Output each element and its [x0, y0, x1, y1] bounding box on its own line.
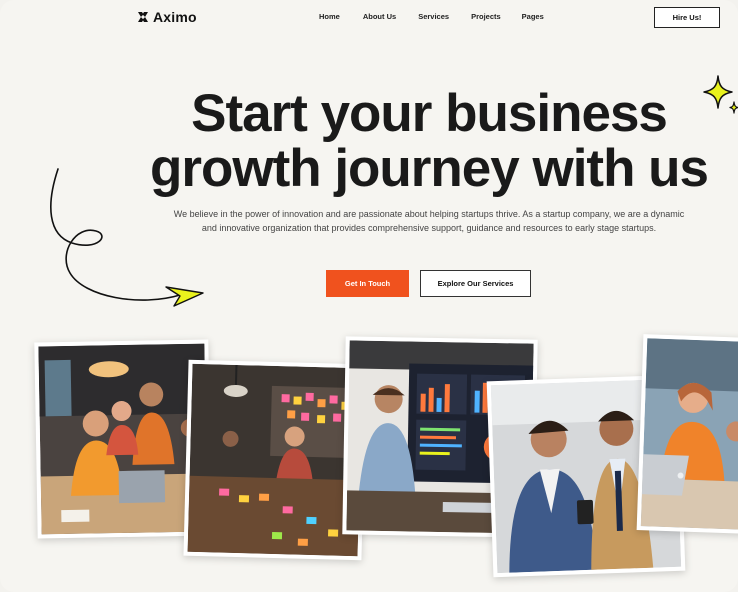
nav-item-pages[interactable]: Pages: [522, 12, 544, 21]
nav-item-home[interactable]: Home: [319, 12, 340, 21]
brand-logo[interactable]: Aximo: [136, 9, 197, 25]
sticky-notes-planning-photo: [183, 359, 367, 561]
hero-subtitle-line-1: We believe in the power of innovation an…: [173, 209, 685, 219]
aximo-logo-icon: [138, 12, 148, 22]
hero-subtitle: We believe in the power of innovation an…: [120, 207, 738, 235]
explore-services-button[interactable]: Explore Our Services: [420, 270, 531, 297]
hire-us-button[interactable]: Hire Us!: [654, 7, 720, 28]
landing-page: Aximo Home About Us Services Projects Pa…: [0, 0, 738, 592]
nav-item-projects[interactable]: Projects: [471, 12, 501, 21]
get-in-touch-button[interactable]: Get In Touch: [326, 270, 409, 297]
nav-item-about[interactable]: About Us: [363, 12, 396, 21]
main-nav: Home About Us Services Projects Pages: [319, 12, 544, 21]
hero-title: Start your business growth journey with …: [0, 86, 738, 196]
woman-laptop-photo: [636, 334, 738, 534]
nav-item-services[interactable]: Services: [418, 12, 449, 21]
brand-name: Aximo: [153, 9, 197, 25]
hero-title-line-2: growth journey with us: [149, 139, 709, 198]
hero-title-line-1: Start your business: [191, 84, 668, 143]
hero-subtitle-line-2: and innovative organization that provide…: [201, 223, 657, 233]
